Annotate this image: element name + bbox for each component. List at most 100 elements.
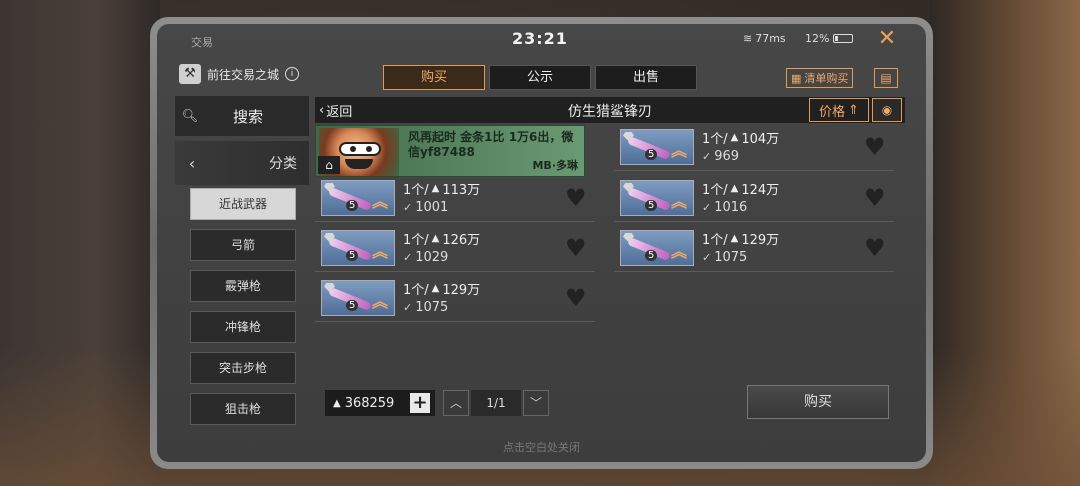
category-bow[interactable]: 弓箭 [190,229,296,261]
eye-icon[interactable]: ◉ [872,98,902,122]
gold-icon: ▲ [431,233,440,244]
add-funds-button[interactable]: + [410,393,430,413]
category-smg[interactable]: 冲锋枪 [190,311,296,343]
tab-buy[interactable]: 购买 [383,65,485,90]
back-label: 返回 [326,105,353,120]
bulk-buy-label: 清单购买 [804,72,849,85]
trade-device-frame: 交易 23:21 ≋ 77ms 12% ✕ ⚒ 前往交易之城 i 购买 公示 出… [150,17,933,469]
listing-qty: 1个/ [403,283,429,298]
page-indicator: 1/1 [471,390,521,416]
listing-stock: ✓ 1016 [702,200,747,215]
stock-icon: ✓ [702,251,712,264]
listing-price-value: 129万 [442,283,481,298]
category-shotgun[interactable]: 霰弹枪 [190,270,296,302]
category-list: 近战武器 弓箭 霰弹枪 冲锋枪 突击步枪 狙击枪 [190,188,298,434]
listing-row[interactable]: 5 ︽ 1个/ ▲ 126万 ✓ 1029 ♥ [315,226,595,272]
goto-trade-city-button[interactable]: ⚒ 前往交易之城 i [179,64,300,84]
chevron-left-icon: ‹ [188,153,196,173]
gold-icon: ▲ [730,132,739,143]
buy-button[interactable]: 购买 [747,385,889,419]
stock-icon: ✓ [702,201,712,214]
info-icon[interactable]: i [285,67,300,81]
heart-icon[interactable]: ♥ [864,236,886,260]
bank-icon: ⌂ [318,156,340,174]
listing-stock-value: 1001 [415,200,449,215]
heart-icon[interactable]: ♥ [864,186,886,210]
gold-icon: ▲ [431,183,440,194]
trade-screen: 交易 23:21 ≋ 77ms 12% ✕ ⚒ 前往交易之城 i 购买 公示 出… [157,24,926,462]
listing-row[interactable]: 5 ︽ 1个/ ▲ 104万 ✓ 969 ♥ [614,125,894,171]
listing-stock: ✓ 969 [702,149,739,164]
item-header: 仿生猎鲨锋刃 ‹ 返回 价格 ⇑ ◉ [315,97,905,123]
network-latency: 77ms [755,32,786,45]
item-thumbnail: 5 ︽ [321,230,395,266]
rank-icon: ︽ [671,242,688,261]
battery-percent: 12% [805,32,830,45]
status-network: ≋ 77ms [743,32,786,45]
rank-icon: ︽ [671,192,688,211]
listing-row[interactable]: 5 ︽ 1个/ ▲ 129万 ✓ 1075 ♥ [614,226,894,272]
item-level: 5 [645,250,658,261]
top-nav: ⚒ 前往交易之城 i 购买 公示 出售 ▦ 清单购买 ▤ [157,60,926,90]
status-bar: 交易 23:21 ≋ 77ms 12% ✕ [157,24,926,54]
listing-price: 1个/ ▲ 113万 [403,179,480,198]
category-melee[interactable]: 近战武器 [190,188,296,220]
listing-stock-value: 1016 [714,200,748,215]
wifi-icon: ≋ [743,32,753,45]
listing-stock: ✓ 1001 [403,200,448,215]
listing-row[interactable]: 5 ︽ 1个/ ▲ 124万 ✓ 1016 ♥ [614,176,894,222]
category-assault-rifle[interactable]: 突击步枪 [190,352,296,384]
rank-icon: ︽ [372,292,389,311]
item-thumbnail: 5 ︽ [620,230,694,266]
rank-icon: ︽ [372,242,389,261]
category-sniper[interactable]: 狙击枪 [190,393,296,425]
ad-text: 风再起时 金条1比 1万6出，微信yf87488 [408,130,574,159]
stock-icon: ✓ [702,150,712,163]
chevron-up-icon[interactable]: ︿ [443,390,469,416]
clipboard-icon[interactable]: ▤ [874,68,898,88]
search-icon: 🔍︎ [181,108,199,124]
ad-banner[interactable]: ⌂ 风再起时 金条1比 1万6出，微信yf87488 MB·多琳 [315,125,585,177]
bulk-buy-button[interactable]: ▦ 清单购买 [786,68,854,88]
listing-stock: ✓ 1029 [403,250,448,265]
chevron-down-icon[interactable]: ﹀ [523,390,549,416]
heart-icon[interactable]: ♥ [565,236,587,260]
gold-icon: ▲ [333,397,341,409]
stock-icon: ✓ [403,301,413,314]
tab-sell[interactable]: 出售 [595,65,697,90]
item-thumbnail: 5 ︽ [321,180,395,216]
listing-row[interactable]: 5 ︽ 1个/ ▲ 113万 ✓ 1001 ♥ [315,176,595,222]
listing-price: 1个/ ▲ 129万 [403,279,480,298]
listing-stock: ✓ 1075 [702,250,747,265]
item-level: 5 [645,149,658,160]
item-level: 5 [346,200,359,211]
listing-stock: ✓ 1075 [403,300,448,315]
battery-icon [833,34,854,43]
item-thumbnail: 5 ︽ [620,180,694,216]
category-label: 分类 [269,156,297,172]
rank-icon: ︽ [372,192,389,211]
back-button[interactable]: ‹ 返回 [319,101,352,120]
listing-stock-value: 1075 [415,300,449,315]
listing-price-value: 129万 [741,233,780,248]
heart-icon[interactable]: ♥ [565,286,587,310]
ad-user: MB·多琳 [532,159,578,172]
listing-qty: 1个/ [702,183,728,198]
listing-row[interactable]: 5 ︽ 1个/ ▲ 129万 ✓ 1075 ♥ [315,276,595,322]
listing-price: 1个/ ▲ 129万 [702,229,779,248]
heart-icon[interactable]: ♥ [864,135,886,159]
list-icon: ▦ [791,71,802,85]
category-toggle[interactable]: ‹ 分类 [175,141,309,185]
gavel-icon: ⚒ [179,64,201,84]
listing-price: 1个/ ▲ 124万 [702,179,779,198]
heart-icon[interactable]: ♥ [565,186,587,210]
close-icon[interactable]: ✕ [873,26,901,52]
listing-qty: 1个/ [702,233,728,248]
item-level: 5 [645,200,658,211]
listing-qty: 1个/ [403,233,429,248]
gold-icon: ▲ [730,233,739,244]
tab-announcement[interactable]: 公示 [489,65,591,90]
search-button[interactable]: 🔍︎ 搜索 [175,96,309,136]
price-sort-label: 价格 [819,104,846,120]
price-sort-button[interactable]: 价格 ⇑ [809,98,869,122]
